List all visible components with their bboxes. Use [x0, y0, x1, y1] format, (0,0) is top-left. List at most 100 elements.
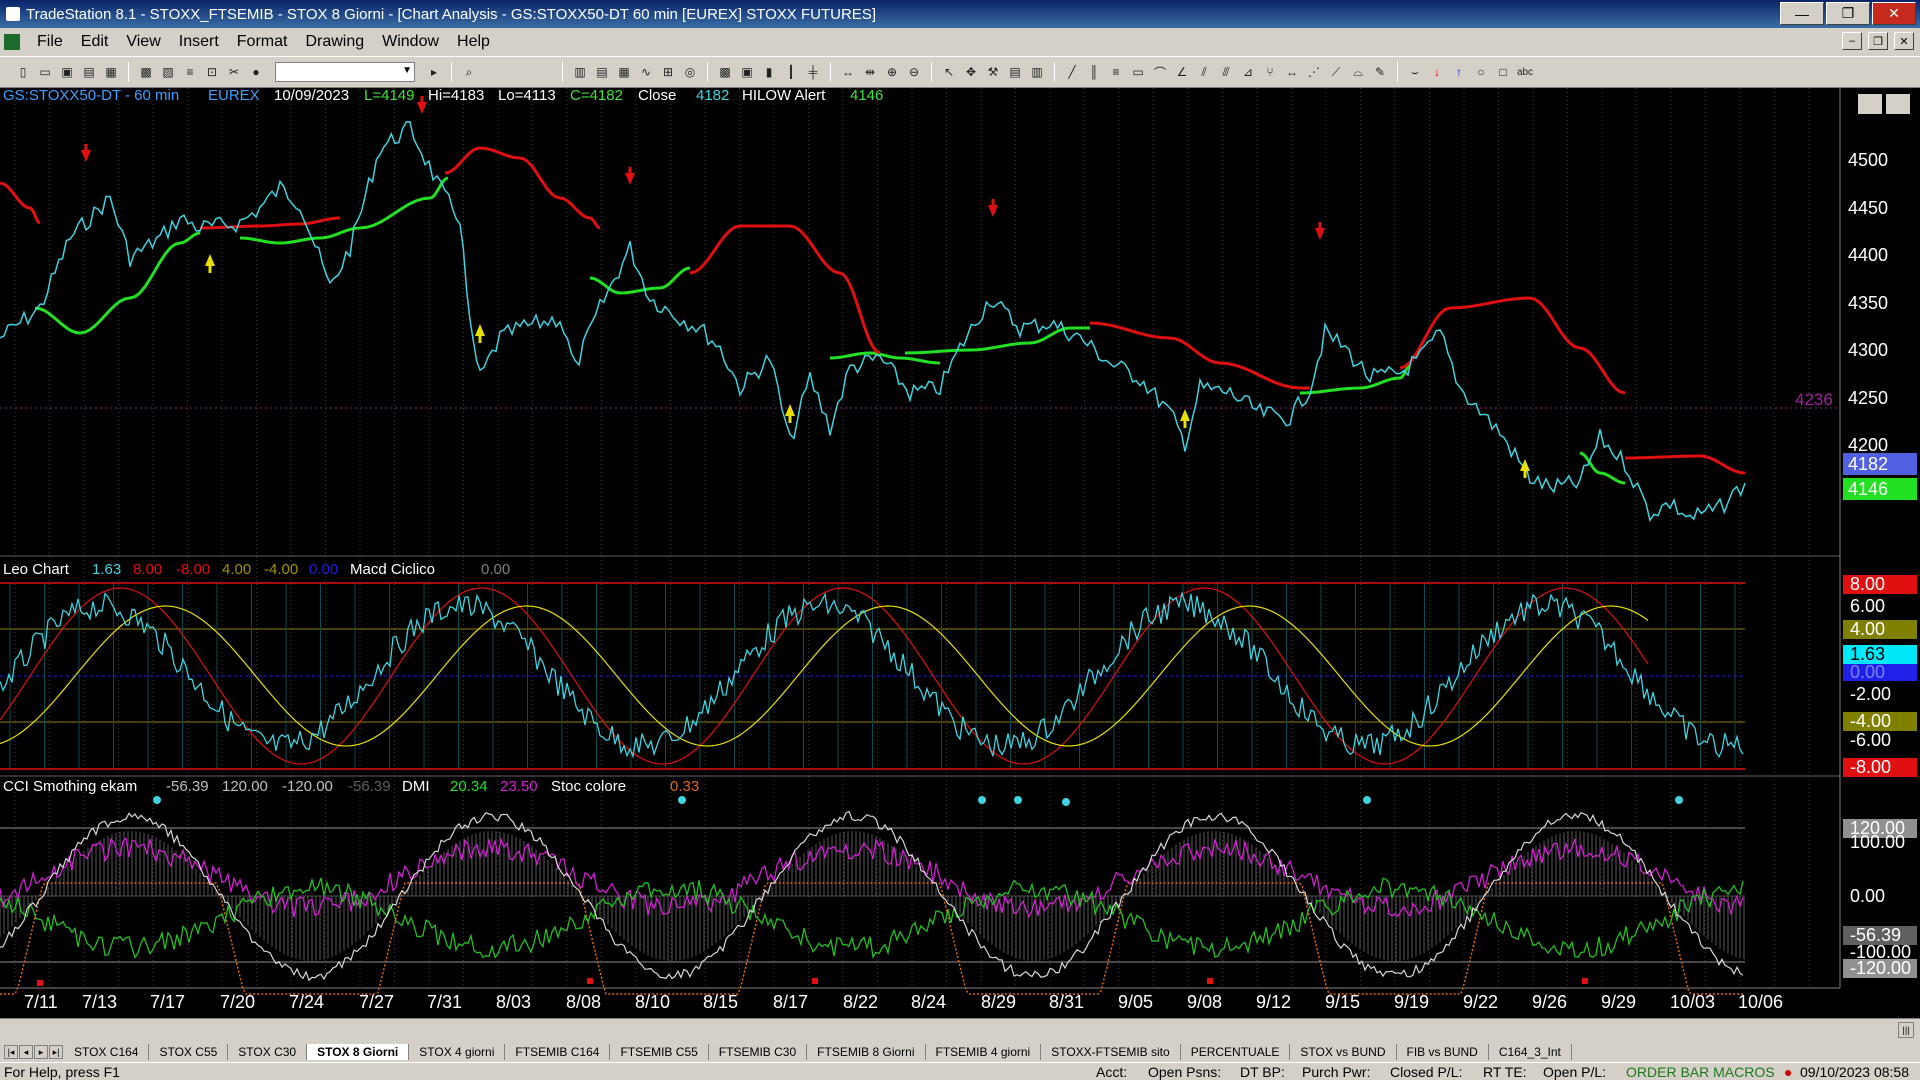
- bar-shrink-icon[interactable]: ⇹: [861, 63, 879, 81]
- menu-view[interactable]: View: [117, 33, 169, 51]
- speed-icon[interactable]: ⊿: [1239, 63, 1257, 81]
- window-stack-icon[interactable]: ▤: [593, 63, 611, 81]
- regression-icon[interactable]: ⋰: [1305, 63, 1323, 81]
- minimize-button[interactable]: —: [1780, 2, 1824, 25]
- horizontal-scrollbar[interactable]: |||: [0, 1018, 1920, 1042]
- indicator-icon[interactable]: ▥: [1028, 63, 1046, 81]
- toolbar: ▯ ▭ ▣ ▤ ▦ ▩ ▨ ≡ ⊡ ✂ ● ▼ ▸ ⌕ ▥ ▤ ▦ ∿ ⊞ ◎ …: [0, 56, 1920, 88]
- angle-icon[interactable]: ∠: [1173, 63, 1191, 81]
- date-tick: 8/17: [773, 992, 808, 1012]
- vertical-lines-icon[interactable]: ║: [1085, 63, 1103, 81]
- save-icon[interactable]: ▣: [58, 63, 76, 81]
- fork-icon[interactable]: ⑂: [1261, 63, 1279, 81]
- zoom-out-icon[interactable]: ⊖: [905, 63, 923, 81]
- trendline-icon[interactable]: ╱: [1063, 63, 1081, 81]
- close-button[interactable]: ✕: [1872, 2, 1916, 25]
- close-indicator-value: 4182: [696, 88, 729, 104]
- symbol-combo[interactable]: ▼: [275, 62, 415, 82]
- tab-stox-vs-bund[interactable]: STOX vs BUND: [1290, 1044, 1397, 1060]
- menu-file[interactable]: File: [28, 33, 72, 51]
- menu-insert[interactable]: Insert: [170, 33, 228, 51]
- menu-drawing[interactable]: Drawing: [296, 33, 373, 51]
- grid-icon[interactable]: ▦: [615, 63, 633, 81]
- cut-icon[interactable]: ✂: [225, 63, 243, 81]
- tab-ftsemib-8-giorni[interactable]: FTSEMIB 8 Giorni: [807, 1044, 926, 1060]
- tools-icon[interactable]: ⚒: [984, 63, 1002, 81]
- text-icon[interactable]: abc: [1516, 63, 1534, 81]
- menu-window[interactable]: Window: [373, 33, 448, 51]
- pointer-icon[interactable]: ↖: [940, 63, 958, 81]
- fib-icon[interactable]: ⌒: [1151, 63, 1169, 81]
- tab-stox-c164[interactable]: STOX C164: [64, 1044, 150, 1060]
- open-icon[interactable]: ▭: [36, 63, 54, 81]
- chart-canvas[interactable]: GS:STOXX50-DT - 60 min EUREX 10/09/2023 …: [0, 87, 1920, 1018]
- menu-format[interactable]: Format: [228, 33, 297, 51]
- lock-icon[interactable]: ⊡: [203, 63, 221, 81]
- channel-icon[interactable]: ⫻: [1217, 63, 1235, 81]
- help-text: For Help, press F1: [4, 1063, 120, 1080]
- date-tick: 9/29: [1601, 992, 1636, 1012]
- window-tile-icon[interactable]: ▥: [571, 63, 589, 81]
- tab-stox-8-giorni[interactable]: STOX 8 Giorni: [307, 1044, 410, 1060]
- play-icon[interactable]: ▸: [425, 63, 443, 81]
- horizontal-lines-icon[interactable]: ≡: [1107, 63, 1125, 81]
- tab-percentuale[interactable]: PERCENTUALE: [1181, 1044, 1291, 1060]
- tab-stox-c55[interactable]: STOX C55: [149, 1044, 229, 1060]
- workspace-icon[interactable]: ▤: [80, 63, 98, 81]
- macro-icon[interactable]: ≡: [181, 63, 199, 81]
- tab-first-button[interactable]: |◂: [4, 1045, 18, 1059]
- ellipse-icon[interactable]: ○: [1472, 63, 1490, 81]
- macros-field[interactable]: ORDER BAR MACROS: [1626, 1064, 1775, 1080]
- find-icon[interactable]: ⌕: [460, 63, 478, 81]
- tab-stoxx-ftsemib-sito[interactable]: STOXX-FTSEMIB sito: [1041, 1044, 1181, 1060]
- drag-icon[interactable]: ✥: [962, 63, 980, 81]
- tab-last-button[interactable]: ▸|: [49, 1045, 63, 1059]
- fan-icon[interactable]: ⟋: [1327, 63, 1345, 81]
- pen-icon[interactable]: ✎: [1371, 63, 1389, 81]
- tab-ftsemib-c30[interactable]: FTSEMIB C30: [709, 1044, 808, 1060]
- chart-minimize-button[interactable]: [1858, 94, 1882, 114]
- maximize-button[interactable]: ❐: [1826, 2, 1870, 25]
- arc-icon[interactable]: ⌓: [1349, 63, 1367, 81]
- tab-stox-c30[interactable]: STOX C30: [228, 1044, 308, 1060]
- tab-prev-button[interactable]: ◂: [19, 1045, 33, 1059]
- zoom-in-icon[interactable]: ⊕: [883, 63, 901, 81]
- chart-restore-button[interactable]: [1886, 94, 1910, 114]
- tab-ftsemib-c164[interactable]: FTSEMIB C164: [505, 1044, 611, 1060]
- bar-spacing-icon[interactable]: ↔: [839, 63, 857, 81]
- curve-icon[interactable]: ⌣: [1406, 63, 1424, 81]
- scrollbar-right-button[interactable]: |||: [1898, 1022, 1914, 1038]
- scanner-icon[interactable]: ⊞: [659, 63, 677, 81]
- line-chart-icon[interactable]: ╪: [804, 63, 822, 81]
- arrow-down-icon[interactable]: ↓: [1428, 63, 1446, 81]
- mdi-minimize-button[interactable]: –: [1842, 32, 1862, 50]
- matrix-icon[interactable]: ▩: [716, 63, 734, 81]
- chart-analysis-window[interactable]: GS:STOXX50-DT - 60 min EUREX 10/09/2023 …: [0, 87, 1920, 1018]
- rectangle-icon[interactable]: □: [1494, 63, 1512, 81]
- tab-ftsemib-4-giorni[interactable]: FTSEMIB 4 giorni: [926, 1044, 1042, 1060]
- gann-icon[interactable]: ⫽: [1195, 63, 1213, 81]
- new-icon[interactable]: ▯: [14, 63, 32, 81]
- order-icon[interactable]: ▣: [738, 63, 756, 81]
- tab-c164-3-int[interactable]: C164_3_Int: [1489, 1044, 1572, 1060]
- copy-icon[interactable]: ▦: [102, 63, 120, 81]
- format-icon[interactable]: ▤: [1006, 63, 1024, 81]
- tab-ftsemib-c55[interactable]: FTSEMIB C55: [610, 1044, 709, 1060]
- globe-icon[interactable]: ●: [247, 63, 265, 81]
- tab-fib-vs-bund[interactable]: FIB vs BUND: [1397, 1044, 1489, 1060]
- mdi-restore-button[interactable]: ❐: [1868, 32, 1888, 50]
- print-icon[interactable]: ▩: [137, 63, 155, 81]
- mdi-close-button[interactable]: ✕: [1894, 32, 1914, 50]
- chart-icon[interactable]: ∿: [637, 63, 655, 81]
- menu-edit[interactable]: Edit: [72, 33, 118, 51]
- tab-next-button[interactable]: ▸: [34, 1045, 48, 1059]
- print-preview-icon[interactable]: ▨: [159, 63, 177, 81]
- candle-icon[interactable]: ┃: [782, 63, 800, 81]
- menu-help[interactable]: Help: [448, 33, 499, 51]
- bar-chart-icon[interactable]: ▮: [760, 63, 778, 81]
- arrow-both-icon[interactable]: ↔: [1283, 63, 1301, 81]
- radar-icon[interactable]: ◎: [681, 63, 699, 81]
- box-icon[interactable]: ▭: [1129, 63, 1147, 81]
- arrow-up-icon[interactable]: ↑: [1450, 63, 1468, 81]
- tab-stox-4-giorni[interactable]: STOX 4 giorni: [409, 1044, 506, 1060]
